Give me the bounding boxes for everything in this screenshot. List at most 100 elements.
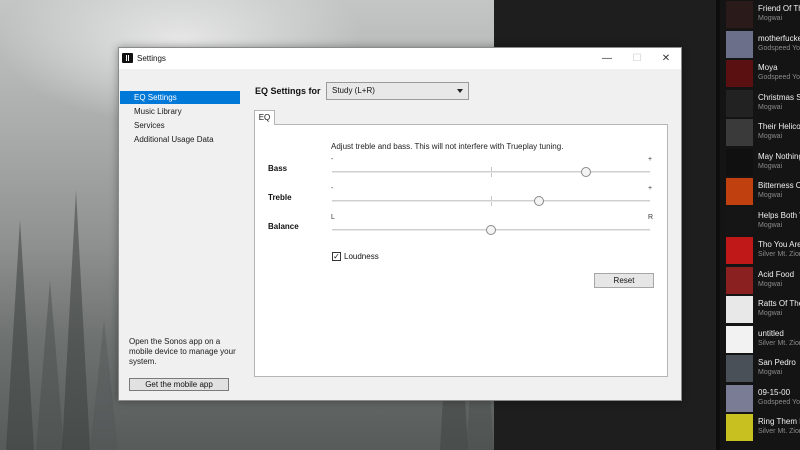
loudness-label: Loudness: [344, 252, 379, 261]
track-artist: Mogwai: [758, 162, 783, 170]
treble-label: Treble: [268, 193, 292, 202]
sidebar-item-music-library[interactable]: Music Library: [120, 105, 240, 118]
list-item[interactable]: Ratts Of The Mogwai: [726, 295, 800, 324]
title-bar[interactable]: Settings — ☐ ✕: [119, 48, 681, 69]
track-artist: Silver Mt. Zion: [758, 251, 800, 258]
album-art: [726, 266, 753, 294]
track-artist: Godspeed Yo: [758, 74, 800, 81]
album-art: [726, 325, 753, 353]
eq-adjust-note: Adjust treble and bass. This will not in…: [331, 142, 564, 151]
track-title: Moya: [758, 63, 778, 72]
list-item[interactable]: Acid Food Mogwai: [726, 266, 800, 295]
album-art: [726, 355, 753, 382]
room-select-value: Study (L+R): [332, 86, 375, 95]
list-item[interactable]: untitled Silver Mt. Zion: [726, 325, 800, 354]
sidebar-item-services[interactable]: Services: [120, 119, 240, 132]
album-art: [726, 237, 753, 264]
eq-settings-for-label: EQ Settings for: [255, 86, 321, 96]
track-artist: Godspeed Yo: [758, 44, 800, 52]
sidebar-item-additional-usage-data[interactable]: Additional Usage Data: [120, 133, 240, 146]
bass-slider-track[interactable]: [332, 171, 650, 173]
album-art: [726, 207, 753, 235]
balance-left-label: L: [331, 214, 335, 221]
balance-right-label: R: [648, 214, 654, 221]
track-artist: Godspeed Yo: [758, 398, 800, 406]
maximize-button[interactable]: ☐: [622, 48, 652, 69]
treble-max-label: +: [648, 185, 653, 192]
wallpaper-tree: [6, 220, 34, 450]
track-artist: Silver Mt. Zion: [758, 339, 800, 347]
track-title: Ratts Of The: [758, 299, 800, 308]
track-artist: Mogwai: [758, 15, 783, 22]
balance-slider-thumb[interactable]: [486, 225, 496, 235]
list-item[interactable]: Their Helicop Mogwai: [726, 118, 800, 147]
list-item[interactable]: San Pedro Mogwai: [726, 354, 800, 383]
list-item[interactable]: 09-15-00 Godspeed Yo: [726, 384, 800, 413]
wallpaper-tree: [36, 280, 64, 450]
list-item[interactable]: motherfucke Godspeed Yo: [726, 30, 800, 59]
album-art: [726, 148, 753, 176]
track-title: Helps Both W: [758, 210, 800, 220]
balance-label: Balance: [268, 222, 299, 231]
list-item[interactable]: Christmas SteMogwai: [726, 89, 800, 118]
treble-min-label: -: [331, 185, 334, 192]
settings-sidebar: EQ Settings Music Library Services Addit…: [119, 69, 241, 400]
wallpaper-tree: [62, 190, 90, 450]
loudness-checkbox[interactable]: ✓: [332, 252, 341, 261]
album-art: [726, 60, 753, 87]
minimize-button[interactable]: —: [592, 48, 622, 69]
reset-button[interactable]: Reset: [594, 273, 654, 288]
tab-eq[interactable]: EQ: [254, 110, 275, 125]
chevron-down-icon: [457, 89, 463, 93]
sonos-app-icon: [122, 53, 133, 63]
list-item[interactable]: Bitterness Ce Mogwai: [726, 177, 800, 206]
sidebar-item-eq-settings[interactable]: EQ Settings: [120, 91, 240, 104]
track-artist: Mogwai: [758, 103, 783, 111]
window-title: Settings: [137, 54, 166, 63]
track-artist: Mogwai: [758, 133, 783, 140]
track-title: Bitterness Ce: [758, 181, 800, 190]
track-artist: Mogwai: [758, 280, 783, 288]
close-button[interactable]: ✕: [651, 48, 681, 69]
track-title: May Nothing: [758, 151, 800, 161]
mobile-app-note: Open the Sonos app on a mobile device to…: [129, 337, 236, 366]
list-item[interactable]: Friend Of The Mogwai: [726, 0, 800, 29]
album-art: [726, 296, 753, 323]
list-item[interactable]: Ring Them Be Silver Mt. Zion: [726, 413, 800, 442]
track-artist: Mogwai: [758, 369, 783, 376]
track-title: untitled: [758, 328, 784, 338]
list-item[interactable]: Tho You Are C Silver Mt. Zion: [726, 236, 800, 265]
album-art: [726, 119, 753, 146]
album-art: [726, 414, 753, 441]
list-item[interactable]: Moya Godspeed Yo: [726, 59, 800, 88]
track-title: motherfucke: [758, 33, 800, 43]
track-title: Christmas Ste: [758, 92, 800, 102]
treble-slider-thumb[interactable]: [533, 196, 544, 206]
track-title: Tho You Are C: [758, 240, 800, 249]
bass-max-label: +: [648, 156, 653, 163]
album-art: [726, 30, 753, 58]
track-artist: Silver Mt. Zion: [758, 428, 800, 435]
album-art: [726, 89, 753, 117]
track-artist: Mogwai: [758, 221, 783, 229]
bass-slider-thumb[interactable]: [581, 167, 592, 177]
treble-slider-track[interactable]: [332, 200, 650, 202]
list-item[interactable]: Helps Both WMogwai: [726, 207, 800, 236]
room-select[interactable]: Study (L+R): [326, 82, 469, 100]
track-title: Their Helicop: [758, 122, 800, 131]
list-item[interactable]: May Nothing Mogwai: [726, 148, 800, 177]
track-list[interactable]: Friend Of TheMogwaimotherfuckeGodspeed Y…: [716, 0, 800, 450]
album-art: [726, 1, 753, 28]
track-title: San Pedro: [758, 358, 796, 367]
eq-panel: Adjust treble and bass. This will not in…: [254, 124, 668, 377]
track-artist: Mogwai: [758, 310, 783, 317]
track-title: Acid Food: [758, 269, 795, 279]
bass-label: Bass: [268, 164, 288, 173]
eq-settings-content: EQ Settings for Study (L+R) EQ Adjust tr…: [241, 69, 681, 400]
track-title: 09-15-00: [758, 387, 791, 397]
track-title: Friend Of The: [758, 4, 800, 13]
album-art: [726, 178, 753, 205]
album-art: [726, 384, 753, 412]
wallpaper-tree: [90, 320, 118, 450]
get-mobile-app-button[interactable]: Get the mobile app: [129, 378, 229, 391]
